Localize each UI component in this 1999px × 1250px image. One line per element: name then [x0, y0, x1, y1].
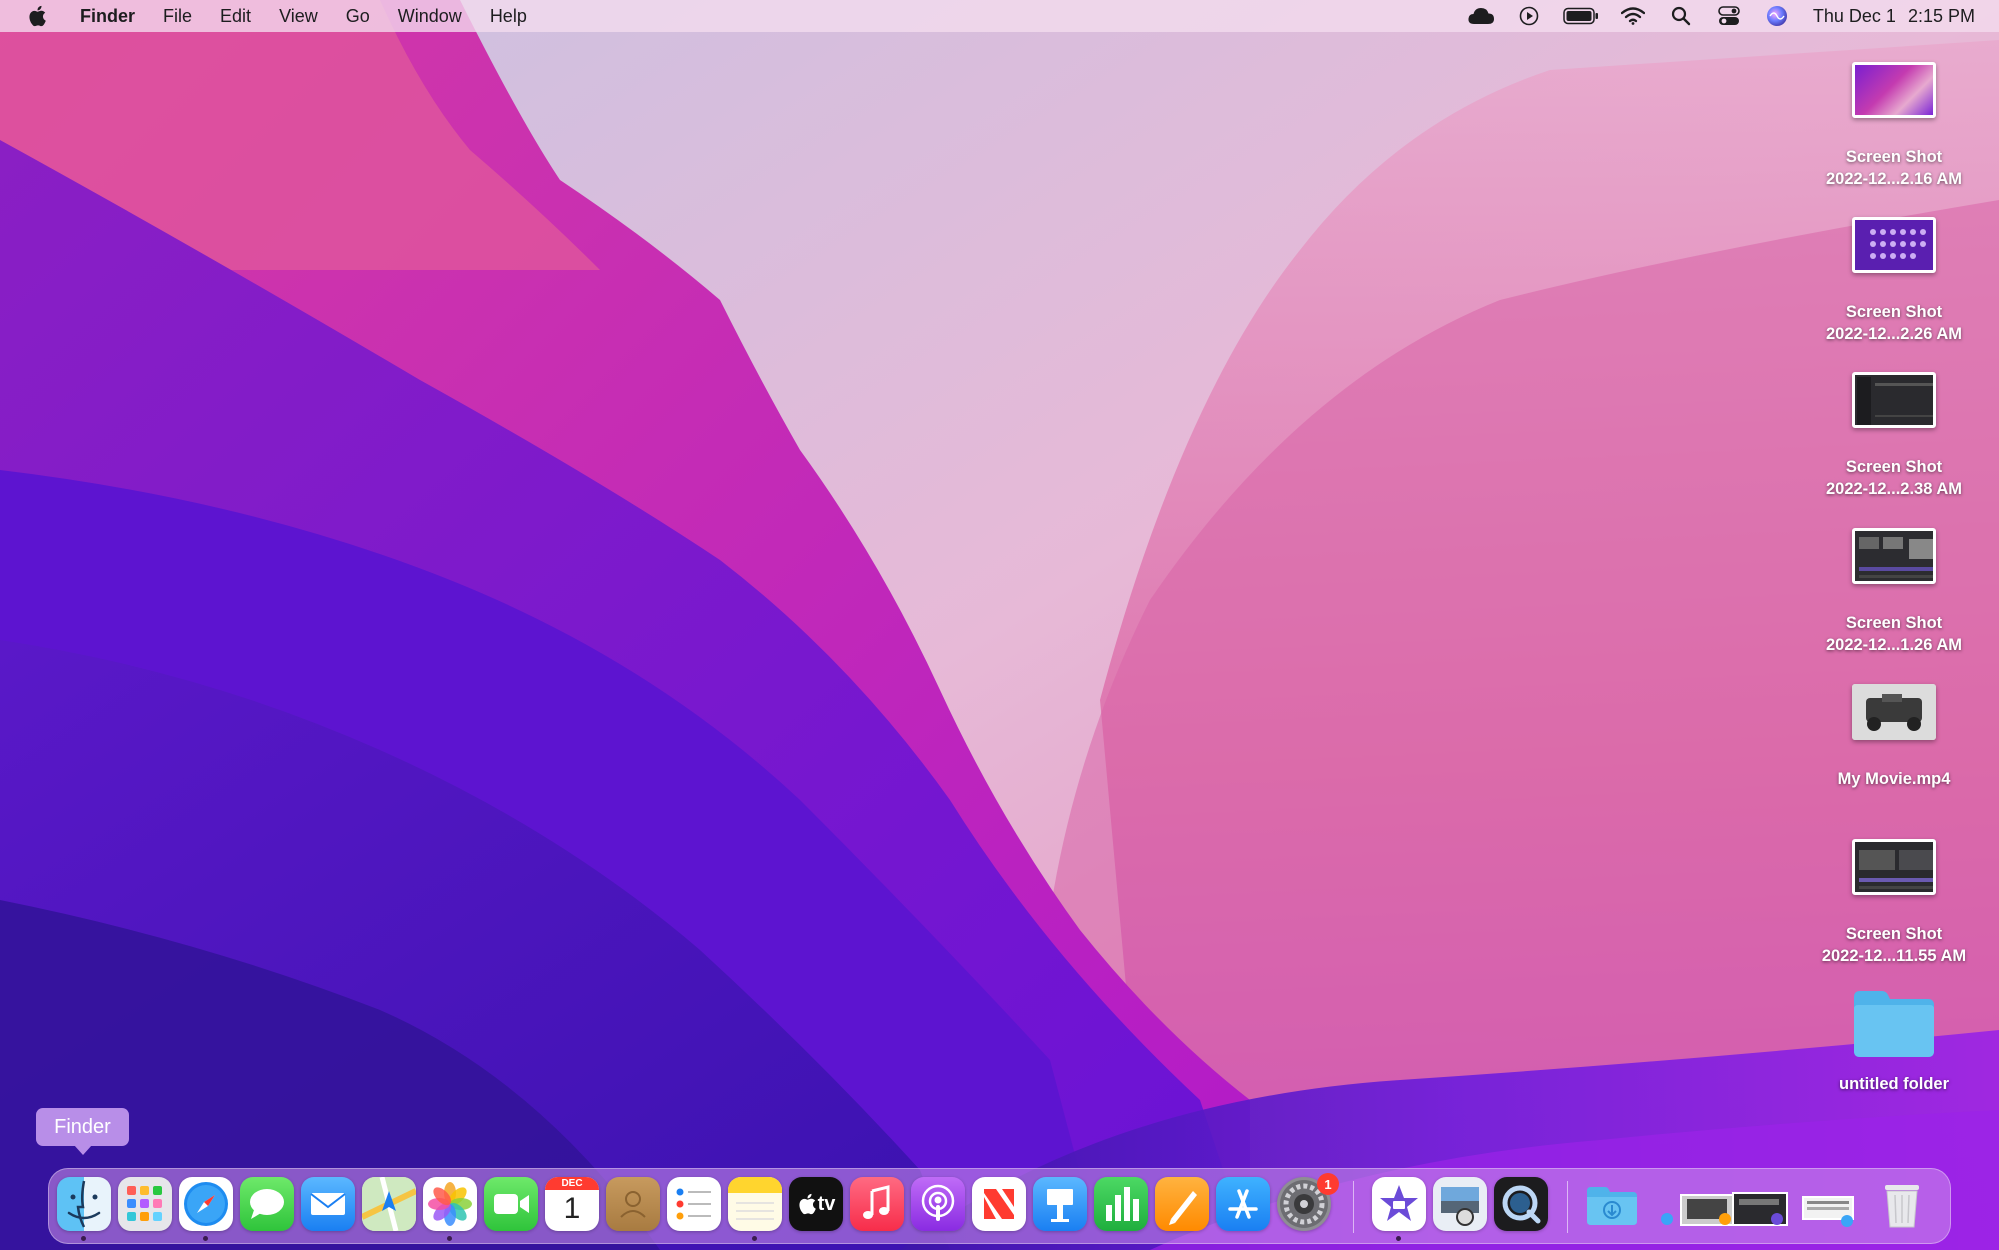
calendar-month: DEC: [545, 1177, 599, 1190]
wifi-icon[interactable]: [1618, 4, 1648, 28]
movie-thumbnail: [1852, 684, 1936, 740]
trash-icon[interactable]: [1875, 1177, 1929, 1231]
launchpad-icon[interactable]: [118, 1177, 172, 1231]
apple-tv-icon[interactable]: tv: [789, 1177, 843, 1231]
app-store-icon[interactable]: [1216, 1177, 1270, 1231]
running-indicator: [447, 1236, 452, 1241]
menu-view[interactable]: View: [265, 0, 332, 32]
play-circle-icon[interactable]: [1514, 4, 1544, 28]
spotlight-search-icon[interactable]: [1666, 4, 1696, 28]
pages-icon[interactable]: [1155, 1177, 1209, 1231]
menu-go[interactable]: Go: [332, 0, 384, 32]
desktop-file-screenshot[interactable]: Screen Shot 2022-12...2.16 AM: [1789, 62, 1999, 190]
menu-edit[interactable]: Edit: [206, 0, 265, 32]
photos-icon[interactable]: [423, 1177, 477, 1231]
calendar-icon[interactable]: DEC 1: [545, 1177, 599, 1231]
menu-window[interactable]: Window: [384, 0, 476, 32]
menu-bar: Finder File Edit View Go Window Help Thu: [0, 0, 1999, 32]
desktop-wallpaper: [0, 0, 1999, 1250]
numbers-icon[interactable]: [1094, 1177, 1148, 1231]
screenshot-thumbnail: [1852, 528, 1936, 584]
battery-icon[interactable]: [1562, 4, 1600, 28]
notification-badge: 1: [1317, 1173, 1339, 1195]
dock: DEC 1 tv: [48, 1168, 1951, 1244]
desktop-file-label: Screen Shot 2022-12...11.55 AM: [1821, 925, 1967, 965]
desktop-file-screenshot[interactable]: Screen Shot 2022-12...11.55 AM: [1789, 839, 1999, 967]
finder-icon[interactable]: [57, 1177, 111, 1231]
mail-icon[interactable]: [301, 1177, 355, 1231]
running-indicator: [203, 1236, 208, 1241]
screenshot-thumbnail: [1852, 217, 1936, 273]
safari-icon[interactable]: [179, 1177, 233, 1231]
calendar-day: 1: [563, 1192, 581, 1225]
downloads-folder-icon[interactable]: [1585, 1177, 1639, 1231]
imovie-icon[interactable]: [1372, 1177, 1426, 1231]
desktop-folder[interactable]: untitled folder: [1789, 987, 1999, 1095]
menu-clock[interactable]: Thu Dec 1 2:15 PM: [1813, 6, 1975, 27]
desktop-file-label: Screen Shot 2022-12...2.16 AM: [1825, 148, 1963, 188]
documents-stack[interactable]: [1797, 1177, 1857, 1231]
recent-items-stack[interactable]: [1659, 1177, 1789, 1231]
desktop-file-screenshot[interactable]: Screen Shot 2022-12...2.38 AM: [1789, 372, 1999, 500]
dock-tooltip: Finder: [36, 1108, 129, 1155]
preview-icon[interactable]: [1433, 1177, 1487, 1231]
creative-cloud-icon[interactable]: [1466, 4, 1496, 28]
folder-icon: [1852, 987, 1936, 1059]
screenshot-thumbnail: [1852, 62, 1936, 118]
dock-separator: [1353, 1181, 1354, 1233]
menu-file[interactable]: File: [149, 0, 206, 32]
apple-menu-icon[interactable]: [24, 3, 50, 29]
desktop-file-screenshot[interactable]: Screen Shot 2022-12...1.26 AM: [1789, 528, 1999, 656]
reminders-icon[interactable]: [667, 1177, 721, 1231]
desktop-file-label: Screen Shot 2022-12...1.26 AM: [1825, 614, 1963, 654]
screenshot-thumbnail: [1852, 839, 1936, 895]
running-indicator: [752, 1236, 757, 1241]
facetime-icon[interactable]: [484, 1177, 538, 1231]
maps-icon[interactable]: [362, 1177, 416, 1231]
desktop-file-label: Screen Shot 2022-12...2.38 AM: [1825, 458, 1963, 498]
desktop-file-label: My Movie.mp4: [1837, 770, 1951, 788]
desktop-file-label: Screen Shot 2022-12...2.26 AM: [1825, 303, 1963, 343]
quicktime-icon[interactable]: [1494, 1177, 1548, 1231]
desktop-folder-label: untitled folder: [1839, 1075, 1949, 1093]
dock-separator: [1567, 1181, 1568, 1233]
music-icon[interactable]: [850, 1177, 904, 1231]
desktop-file-screenshot[interactable]: Screen Shot 2022-12...2.26 AM: [1789, 217, 1999, 345]
notes-icon[interactable]: [728, 1177, 782, 1231]
siri-icon[interactable]: [1762, 4, 1792, 28]
screenshot-thumbnail: [1852, 372, 1936, 428]
contacts-icon[interactable]: [606, 1177, 660, 1231]
clock-time: 2:15 PM: [1907, 5, 1975, 26]
running-indicator: [1396, 1236, 1401, 1241]
apple-tv-label: tv: [817, 1192, 836, 1215]
running-indicator: [81, 1236, 86, 1241]
control-center-icon[interactable]: [1714, 4, 1744, 28]
keynote-icon[interactable]: [1033, 1177, 1087, 1231]
podcasts-icon[interactable]: [911, 1177, 965, 1231]
news-icon[interactable]: [972, 1177, 1026, 1231]
messages-icon[interactable]: [240, 1177, 294, 1231]
menu-help[interactable]: Help: [476, 0, 541, 32]
clock-date: Thu Dec 1: [1812, 5, 1896, 26]
desktop-file-movie[interactable]: My Movie.mp4: [1789, 684, 1999, 790]
menu-finder[interactable]: Finder: [72, 0, 149, 32]
